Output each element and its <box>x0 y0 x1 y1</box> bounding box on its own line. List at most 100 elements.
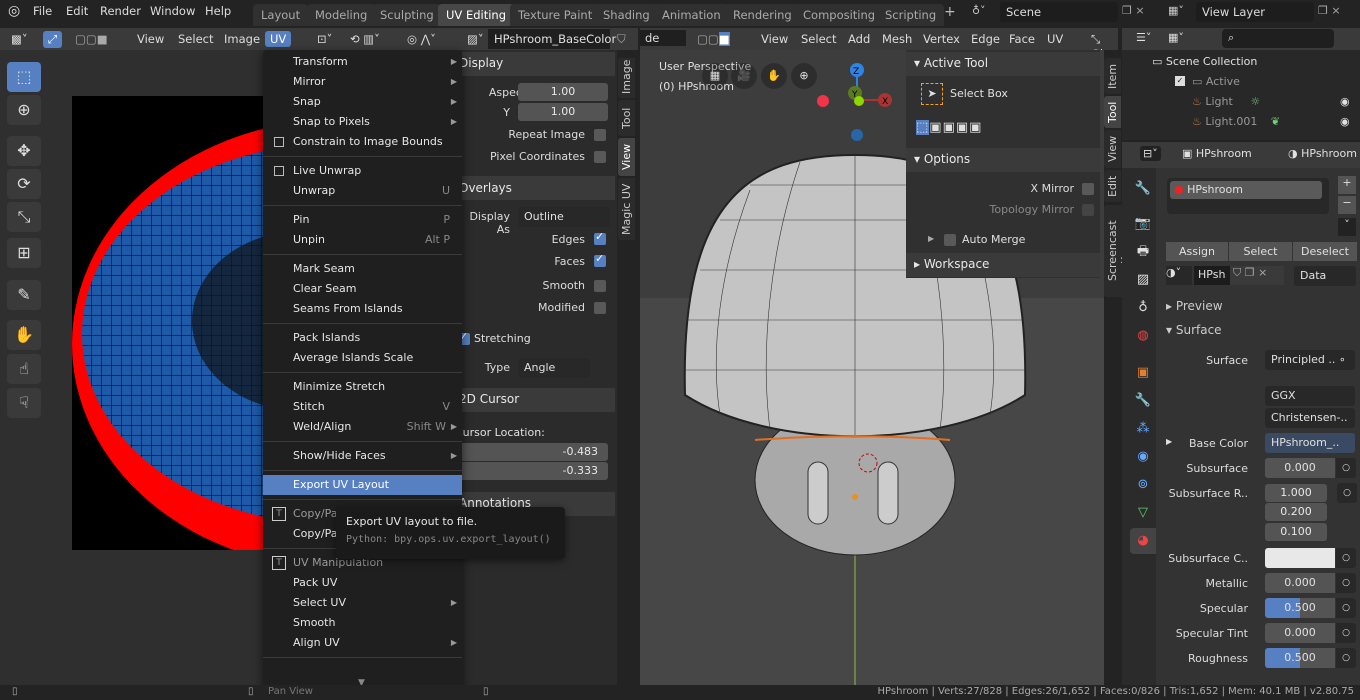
socket-icon[interactable]: ○ <box>1336 648 1356 668</box>
material-slot[interactable]: ● HPshroom <box>1170 181 1322 199</box>
view-layer-tab-icon[interactable]: ▨ <box>1130 267 1156 293</box>
menu-render[interactable]: Render <box>100 4 141 18</box>
menu-item-weld-align[interactable]: Weld/Align Shift W ▶ <box>263 417 462 437</box>
active-collection-checkbox[interactable]: ✓ <box>1175 76 1185 86</box>
tab-modeling[interactable]: Modeling <box>307 4 376 26</box>
annotate-tool[interactable]: ✎ <box>7 280 41 310</box>
render-tab-icon[interactable]: 📷 <box>1130 211 1156 237</box>
tab-view[interactable]: View <box>618 138 635 176</box>
subsurface-field[interactable]: 0.000 <box>1265 458 1335 478</box>
menu-item-snap[interactable]: Snap ▶ <box>263 92 462 112</box>
menu-item-stitch[interactable]: Stitch V <box>263 397 462 417</box>
menu-item-mark-seam[interactable]: Mark Seam <box>263 259 462 279</box>
image-browse-icon[interactable]: ▨˅ <box>462 31 489 47</box>
checkbox-icon[interactable] <box>274 166 284 176</box>
socket-icon[interactable]: ○ <box>1336 458 1356 478</box>
scene-field[interactable]: Scene <box>1000 2 1118 22</box>
material-browse-icon[interactable]: ◑˅ <box>1166 266 1192 285</box>
copy-view-layer-icon[interactable]: ❐ × <box>1318 4 1341 17</box>
socket-icon[interactable]: ○ <box>1336 573 1356 593</box>
remove-slot-button[interactable]: − <box>1338 196 1356 214</box>
grab-tool[interactable]: ✋ <box>7 320 41 350</box>
tab-item[interactable]: Item <box>1104 58 1121 94</box>
slot-specials-button[interactable]: ˅ <box>1338 218 1356 236</box>
navigation-gizmo[interactable]: Z X Y <box>810 60 900 150</box>
vp-menu-view[interactable]: View <box>756 31 793 47</box>
uv-menu-view[interactable]: View <box>132 31 169 47</box>
cursor-panel-title[interactable]: 2D Cursor <box>459 392 519 406</box>
menu-item-seams-from-islands[interactable]: Seams From Islands <box>263 299 462 319</box>
view-layer-icon[interactable]: ▦˅ <box>1168 4 1184 17</box>
move-tool[interactable]: ✥ <box>7 136 41 166</box>
edges-checkbox[interactable] <box>594 230 606 245</box>
scale-tool[interactable]: ⤡ <box>7 202 41 232</box>
base-color-field[interactable]: HPshroom_.. ∘ <box>1265 433 1355 469</box>
distribution-select[interactable]: GGX <box>1265 386 1355 406</box>
display-mode-icon[interactable]: ☰˅ <box>1136 31 1151 44</box>
tool-settings-tab-icon[interactable]: 🔧 <box>1130 176 1156 202</box>
topology-mirror-checkbox[interactable] <box>1082 204 1094 216</box>
active-tool-panel-title[interactable]: ▾ Active Tool <box>914 56 988 70</box>
select-button[interactable]: Select <box>1229 242 1292 261</box>
breadcrumb-object[interactable]: ▣ HPshroom <box>1182 147 1252 160</box>
uv-menu-image[interactable]: Image <box>219 31 265 47</box>
menu-item-average-islands-scale[interactable]: Average Islands Scale <box>263 348 462 368</box>
uv-menu-select[interactable]: Select <box>173 31 218 47</box>
cursor-x-field[interactable]: -0.483 <box>458 443 608 461</box>
outliner-search-input[interactable]: ⌕ <box>1222 29 1334 48</box>
workspace-panel-title[interactable]: ▸ Workspace <box>914 257 989 271</box>
smooth-checkbox[interactable] <box>594 280 606 292</box>
menu-edit[interactable]: Edit <box>66 4 88 18</box>
outliner-item-light-001[interactable]: ♨ Light.001 ❦ <box>1192 115 1280 128</box>
options-panel-title[interactable]: ▾ Options <box>914 152 970 166</box>
menu-item-snap-to-pixels[interactable]: Snap to Pixels ▶ <box>263 112 462 132</box>
menu-item-transform[interactable]: Transform ▶ <box>263 52 462 72</box>
aspect-y-field[interactable]: 1.00 <box>518 103 608 121</box>
menu-file[interactable]: File <box>33 4 52 18</box>
vp-menu-face[interactable]: Face <box>1004 31 1040 47</box>
menu-item-show-hide-faces[interactable]: Show/Hide Faces ▶ <box>263 446 462 466</box>
subsurface-radius-z[interactable]: 0.100 <box>1265 523 1327 541</box>
view-layer-field[interactable]: View Layer <box>1196 2 1314 22</box>
menu-item-export-uv-layout[interactable]: Export UV Layout <box>263 475 462 495</box>
menu-item-align-uv[interactable]: Align UV ▶ <box>263 633 462 653</box>
roughness-slider[interactable]: 0.500 <box>1265 648 1335 668</box>
material-tab-icon[interactable]: ◕ <box>1130 528 1156 554</box>
menu-item-unwrap[interactable]: Unwrap U <box>263 181 462 201</box>
tab-magic-uv[interactable]: Magic UV <box>618 178 635 240</box>
material-name-field[interactable]: HPsh <box>1194 266 1230 285</box>
select-mode-icons[interactable]: ▢▢■ <box>70 31 113 47</box>
menu-item-pack-uv[interactable]: Pack UV <box>263 573 462 593</box>
menu-item-select-uv[interactable]: Select UV ▶ <box>263 593 462 613</box>
vp-menu-select[interactable]: Select <box>796 31 841 47</box>
rotate-tool[interactable]: ⟳ <box>7 169 41 199</box>
transform-tool[interactable]: ⊞ <box>7 238 41 268</box>
pan-hand-icon[interactable]: ✋ <box>761 63 787 89</box>
cursor-tool[interactable]: ⊕ <box>7 95 41 125</box>
tab-compositing[interactable]: Compositing <box>795 4 884 26</box>
tab-uv-editing[interactable]: UV Editing <box>438 4 514 26</box>
tab-texture-paint[interactable]: Texture Paint <box>510 4 601 26</box>
sync-selection-icon[interactable]: ⤢ <box>43 31 63 48</box>
tab-layout[interactable]: Layout <box>253 4 309 26</box>
vp-menu-vertex[interactable]: Vertex <box>918 31 965 47</box>
menu-item-live-unwrap[interactable]: Live Unwrap <box>263 161 462 181</box>
tab-shading[interactable]: Shading <box>595 4 658 26</box>
select-box-tool[interactable]: ⬚ <box>7 62 41 92</box>
subsurface-color-swatch[interactable] <box>1265 548 1335 568</box>
material-actions-icons[interactable]: ⛉ ❐ × <box>1230 266 1284 285</box>
visibility-eye-icon[interactable]: ◉ <box>1340 95 1350 108</box>
vp-menu-edge[interactable]: Edge <box>966 31 1005 47</box>
tab-tool[interactable]: Tool <box>1104 96 1121 128</box>
menu-item-unpin[interactable]: Unpin Alt P <box>263 230 462 250</box>
auto-merge-expand-icon[interactable]: ▶ <box>928 234 934 243</box>
tab-edit[interactable]: Edit <box>1104 170 1121 202</box>
pixel-coords-checkbox[interactable] <box>594 151 606 163</box>
mesh-select-mode-icons[interactable]: ▢▢■ <box>692 31 735 47</box>
image-name-field[interactable]: HPshroom_BaseColor <box>488 29 616 49</box>
overlays-panel-title[interactable]: Overlays <box>459 181 512 195</box>
menu-item-pack-islands[interactable]: Pack Islands <box>263 328 462 348</box>
output-tab-icon[interactable]: 🖶 <box>1130 239 1156 265</box>
select-box-icon[interactable]: ➤ <box>921 83 943 105</box>
menu-item-mirror[interactable]: Mirror ▶ <box>263 72 462 92</box>
